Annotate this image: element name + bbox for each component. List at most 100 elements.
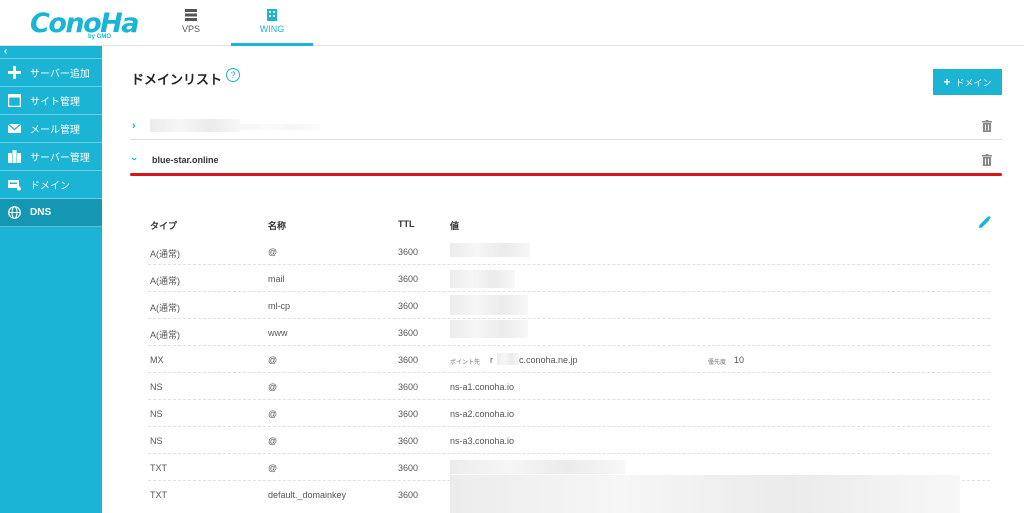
- sidebar-item-mail-manage[interactable]: メール管理: [0, 115, 102, 143]
- sidebar-item-label: サイト管理: [30, 97, 80, 108]
- record-ttl: 3600: [398, 436, 419, 446]
- globe-icon: [8, 206, 21, 219]
- server-manage-icon: [8, 150, 21, 163]
- sidebar-item-server-manage[interactable]: サーバー管理: [0, 143, 102, 171]
- edit-pencil-icon[interactable]: [978, 216, 991, 229]
- top-header: ConoHa by GMO VPS WING: [0, 0, 1024, 46]
- priority-label: 優先度: [708, 360, 727, 366]
- record-name: @: [268, 355, 278, 365]
- record-type: MX: [150, 355, 164, 365]
- sidebar-item-label: サーバー管理: [30, 153, 90, 164]
- record-type: TXT: [150, 490, 167, 500]
- record-ttl: 3600: [398, 247, 419, 257]
- domain-row-expanded[interactable]: › blue-star.online: [128, 148, 1002, 174]
- sidebar-item-site-manage[interactable]: サイト管理: [0, 87, 102, 115]
- add-domain-label: ドメイン: [955, 77, 992, 88]
- redacted-value: [450, 270, 515, 288]
- record-name: mail: [268, 274, 285, 284]
- tab-vps[interactable]: VPS: [150, 0, 232, 46]
- point-label: ポイント先: [450, 360, 481, 366]
- record-ttl: 3600: [398, 274, 419, 284]
- page-title: ドメインリスト: [131, 72, 223, 87]
- record-type: NS: [150, 382, 163, 392]
- col-header-ttl: TTL: [398, 219, 415, 229]
- building-icon: [267, 9, 277, 21]
- record-ttl: 3600: [398, 490, 419, 500]
- record-type: TXT: [150, 463, 167, 473]
- table-row: A(通常) @ 3600: [148, 238, 990, 265]
- table-row: A(通常) www 3600: [148, 319, 990, 346]
- chevron-down-icon[interactable]: ›: [128, 157, 140, 161]
- table-row: NS @ 3600 ns-a1.conoha.io: [148, 373, 990, 400]
- server-icon: [185, 9, 197, 21]
- record-name: ml-cp: [268, 301, 290, 311]
- table-row: NS @ 3600 ns-a2.conoha.io: [148, 400, 990, 427]
- redacted-domain-extra: [240, 124, 320, 130]
- domain-row[interactable]: ›: [130, 114, 1002, 140]
- record-ttl: 3600: [398, 355, 419, 365]
- sidebar-item-add-server[interactable]: サーバー追加: [0, 59, 102, 87]
- tab-vps-label: VPS: [181, 24, 200, 34]
- table-row: A(通常) ml-cp 3600: [148, 292, 990, 319]
- sidebar-item-label: DNS: [30, 207, 52, 218]
- record-ttl: 3600: [398, 409, 419, 419]
- highlight-underline: [130, 173, 1002, 176]
- sidebar-item-domain[interactable]: ドメイン: [0, 171, 102, 199]
- record-type: NS: [150, 409, 163, 419]
- record-name: default._domainkey: [268, 490, 347, 500]
- table-row: TXT default._domainkey 3600: [148, 475, 990, 513]
- record-type: A(通常): [150, 276, 180, 286]
- priority-value: 10: [734, 355, 745, 365]
- sidebar-item-label: ドメイン: [30, 181, 70, 192]
- tab-wing-label: WING: [259, 24, 285, 34]
- logo-text: ConoHa: [30, 8, 139, 39]
- mx-value: c.conoha.ne.jp: [519, 355, 578, 365]
- logo-sub-text: by GMO: [88, 34, 112, 40]
- col-header-type: タイプ: [150, 221, 178, 231]
- record-name: @: [268, 436, 278, 446]
- record-type: NS: [150, 436, 163, 446]
- sidebar: ‹ サーバー追加 サイト管理 メール管理 サーバー管理 ドメイン DNS: [0, 46, 102, 513]
- record-name: @: [268, 463, 278, 473]
- sidebar-item-label: メール管理: [30, 125, 80, 136]
- record-ttl: 3600: [398, 382, 419, 392]
- record-type: A(通常): [150, 330, 180, 340]
- record-ttl: 3600: [398, 328, 419, 338]
- col-header-name: 名称: [268, 221, 287, 231]
- sidebar-item-dns[interactable]: DNS: [0, 199, 102, 227]
- window-icon: [8, 94, 21, 107]
- domain-name: blue-star.online: [152, 155, 219, 165]
- record-name: @: [268, 382, 278, 392]
- sidebar-item-label: サーバー追加: [30, 69, 90, 80]
- record-ttl: 3600: [398, 463, 419, 473]
- trash-icon[interactable]: [982, 120, 992, 132]
- domain-icon: [8, 180, 21, 191]
- redacted-value: [450, 460, 625, 474]
- sidebar-collapse-button[interactable]: ‹: [0, 46, 102, 59]
- record-name: @: [268, 247, 278, 257]
- tab-wing[interactable]: WING: [231, 0, 313, 46]
- col-header-value: 値: [450, 221, 460, 231]
- add-domain-button[interactable]: + ドメイン: [933, 69, 1002, 95]
- redacted-value: [450, 243, 530, 257]
- record-value: ns-a3.conoha.io: [450, 436, 515, 446]
- record-value: ns-a1.conoha.io: [450, 382, 515, 392]
- redacted-value: [450, 320, 528, 338]
- record-name: www: [268, 328, 288, 338]
- record-value: ns-a2.conoha.io: [450, 409, 515, 419]
- help-icon[interactable]: ?: [226, 68, 240, 82]
- record-type: A(通常): [150, 303, 180, 313]
- mail-icon: [8, 123, 21, 133]
- trash-icon[interactable]: [982, 154, 992, 166]
- redacted-value: [450, 295, 528, 315]
- chevron-right-icon[interactable]: ›: [132, 120, 136, 132]
- table-row: MX @ 3600 ポイント先 r c.conoha.ne.jp 優先度 10: [148, 346, 990, 373]
- plus-icon: [8, 66, 21, 79]
- mx-value-prefix: r: [490, 355, 493, 365]
- record-ttl: 3600: [398, 301, 419, 311]
- redacted-value-part: [497, 353, 519, 365]
- main-content: ドメインリスト ? + ドメイン › › blue-star.online タイ…: [102, 46, 1024, 513]
- redacted-domain-name: [150, 119, 240, 132]
- conoha-logo[interactable]: ConoHa by GMO: [30, 8, 139, 40]
- table-row: A(通常) mail 3600: [148, 265, 990, 292]
